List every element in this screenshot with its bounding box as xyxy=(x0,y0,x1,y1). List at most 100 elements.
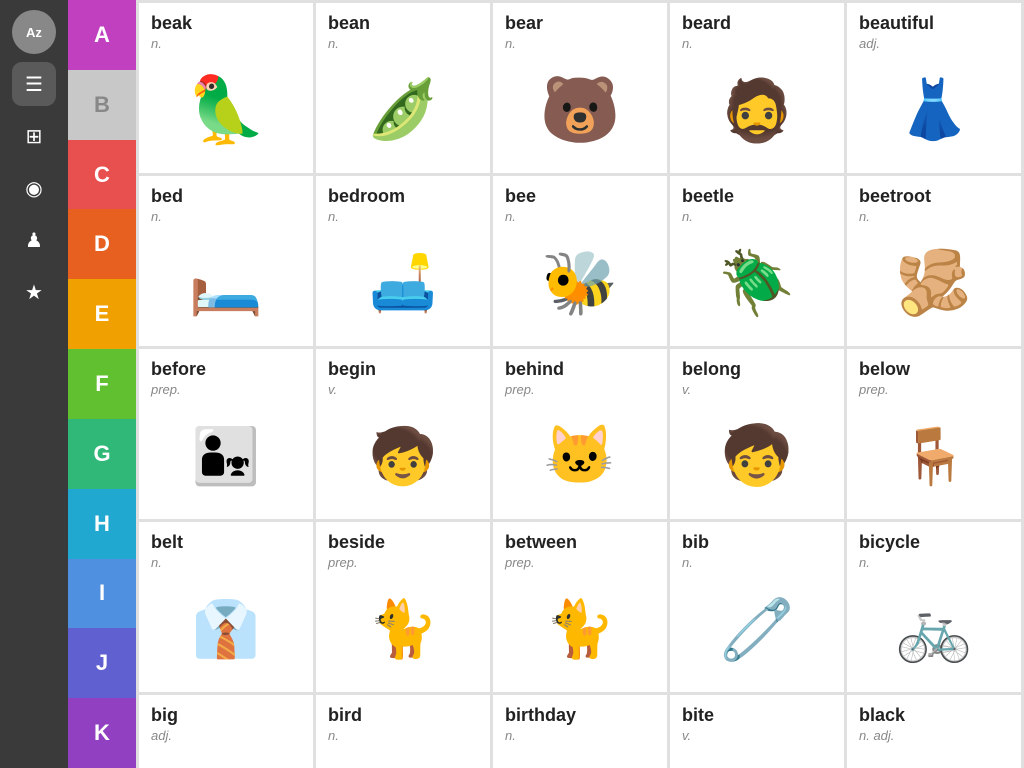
word-card-begin[interactable]: begin v. 🧒 xyxy=(316,349,490,519)
word-card-beak[interactable]: beakn.🦜 xyxy=(139,3,313,173)
word-image-bird: 🐦 xyxy=(328,747,478,768)
word-pos: n. xyxy=(151,555,301,570)
az-icon-button[interactable]: Az xyxy=(12,10,56,54)
chess-icon-button[interactable]: ♟ xyxy=(12,218,56,262)
word-title: bean xyxy=(328,13,478,34)
word-pos: n. xyxy=(682,36,832,51)
word-title: beautiful xyxy=(859,13,1009,34)
word-card-beetle[interactable]: beetlen.🪲 xyxy=(670,176,844,346)
word-pos: n. xyxy=(505,36,655,51)
word-title: belong xyxy=(682,359,832,380)
word-image-behind: 🐱 xyxy=(505,401,655,511)
word-card-bird[interactable]: bird n. 🐦 xyxy=(316,695,490,768)
word-title: behind xyxy=(505,359,655,380)
word-title: begin xyxy=(328,359,478,380)
word-card-black[interactable]: black n. adj. ⬛ xyxy=(847,695,1021,768)
word-card-behind[interactable]: behindprep.🐱 xyxy=(493,349,667,519)
word-pos: adj. xyxy=(859,36,1009,51)
word-card-belt[interactable]: beltn.👔 xyxy=(139,522,313,692)
word-image-bite: 😬 xyxy=(682,747,832,768)
word-pos: v. xyxy=(682,728,832,743)
word-card-beetroot[interactable]: beetrootn.🫚 xyxy=(847,176,1021,346)
alpha-item-b[interactable]: B xyxy=(68,70,136,140)
word-title: bed xyxy=(151,186,301,207)
alphabet-sidebar: ABCDEFGHIJK xyxy=(68,0,136,768)
word-pos: n. xyxy=(328,728,478,743)
word-card-between[interactable]: betweenprep.🐈 xyxy=(493,522,667,692)
word-image-bicycle: 🚲 xyxy=(859,574,1009,684)
word-card-bedroom[interactable]: bedroomn.🛋️ xyxy=(316,176,490,346)
word-pos: n. xyxy=(682,209,832,224)
word-card-beautiful[interactable]: beautifuladj.👗 xyxy=(847,3,1021,173)
word-image-black: ⬛ xyxy=(859,747,1009,768)
word-card-bite[interactable]: bite v. 😬 xyxy=(670,695,844,768)
word-title: below xyxy=(859,359,1009,380)
word-image-bean: 🫛 xyxy=(328,55,478,165)
alpha-item-i[interactable]: I xyxy=(68,559,136,629)
word-pos: n. xyxy=(328,209,478,224)
word-title: belt xyxy=(151,532,301,553)
alpha-item-e[interactable]: E xyxy=(68,279,136,349)
word-title: bite xyxy=(682,705,832,726)
word-image-beard: 🧔 xyxy=(682,55,832,165)
word-card-beard[interactable]: beard n. 🧔 xyxy=(670,3,844,173)
word-pos: prep. xyxy=(859,382,1009,397)
word-title: bear xyxy=(505,13,655,34)
word-card-beside[interactable]: beside prep. 🐈 xyxy=(316,522,490,692)
alpha-item-d[interactable]: D xyxy=(68,209,136,279)
word-card-below[interactable]: belowprep.🪑 xyxy=(847,349,1021,519)
alpha-item-g[interactable]: G xyxy=(68,419,136,489)
word-title: beside xyxy=(328,532,478,553)
word-title: bicycle xyxy=(859,532,1009,553)
alpha-item-j[interactable]: J xyxy=(68,628,136,698)
word-image-beetroot: 🫚 xyxy=(859,228,1009,338)
word-pos: v. xyxy=(328,382,478,397)
word-pos: n. xyxy=(859,555,1009,570)
word-card-big[interactable]: big adj. 🐘 xyxy=(139,695,313,768)
word-pos: n. adj. xyxy=(859,728,1009,743)
word-card-bed[interactable]: bed n. 🛏️ xyxy=(139,176,313,346)
word-card-belong[interactable]: belongv.🧒 xyxy=(670,349,844,519)
word-image-belong: 🧒 xyxy=(682,401,832,511)
word-card-birthday[interactable]: birthday n. 🎂 xyxy=(493,695,667,768)
word-card-before[interactable]: beforeprep.👨‍👧 xyxy=(139,349,313,519)
word-card-bib[interactable]: bibn.🧷 xyxy=(670,522,844,692)
word-grid: beakn.🦜beann.🫛bearn.🐻beardn.🧔beautifulad… xyxy=(139,3,1021,768)
word-card-bear[interactable]: bear n. 🐻 xyxy=(493,3,667,173)
word-card-bicycle[interactable]: bicycle n. 🚲 xyxy=(847,522,1021,692)
word-title: birthday xyxy=(505,705,655,726)
word-title: beard xyxy=(682,13,832,34)
word-image-bear: 🐻 xyxy=(505,55,655,165)
alpha-item-k[interactable]: K xyxy=(68,698,136,768)
grid-icon-button[interactable]: ⊞ xyxy=(12,114,56,158)
word-title: black xyxy=(859,705,1009,726)
word-pos: n. xyxy=(682,555,832,570)
alpha-item-c[interactable]: C xyxy=(68,140,136,210)
word-title: beetle xyxy=(682,186,832,207)
word-title: bird xyxy=(328,705,478,726)
word-pos: adj. xyxy=(151,728,301,743)
icon-sidebar: Az ☰ ⊞ ◉ ♟ ★ xyxy=(0,0,68,768)
alpha-item-h[interactable]: H xyxy=(68,489,136,559)
word-title: before xyxy=(151,359,301,380)
menu-icon-button[interactable]: ☰ xyxy=(12,62,56,106)
word-pos: n. xyxy=(505,728,655,743)
person-icon-button[interactable]: ◉ xyxy=(12,166,56,210)
word-image-begin: 🧒 xyxy=(328,401,478,511)
word-pos: n. xyxy=(151,209,301,224)
word-card-bee[interactable]: been.🐝 xyxy=(493,176,667,346)
word-image-beak: 🦜 xyxy=(151,55,301,165)
word-title: bib xyxy=(682,532,832,553)
word-image-birthday: 🎂 xyxy=(505,747,655,768)
word-title: big xyxy=(151,705,301,726)
word-image-beside: 🐈 xyxy=(328,574,478,684)
alpha-item-a[interactable]: A xyxy=(68,0,136,70)
alpha-item-f[interactable]: F xyxy=(68,349,136,419)
word-pos: prep. xyxy=(151,382,301,397)
word-image-big: 🐘 xyxy=(151,747,301,768)
star-icon-button[interactable]: ★ xyxy=(12,270,56,314)
word-card-bean[interactable]: beann.🫛 xyxy=(316,3,490,173)
word-title: bee xyxy=(505,186,655,207)
word-pos: prep. xyxy=(328,555,478,570)
word-image-bed: 🛏️ xyxy=(151,228,301,338)
